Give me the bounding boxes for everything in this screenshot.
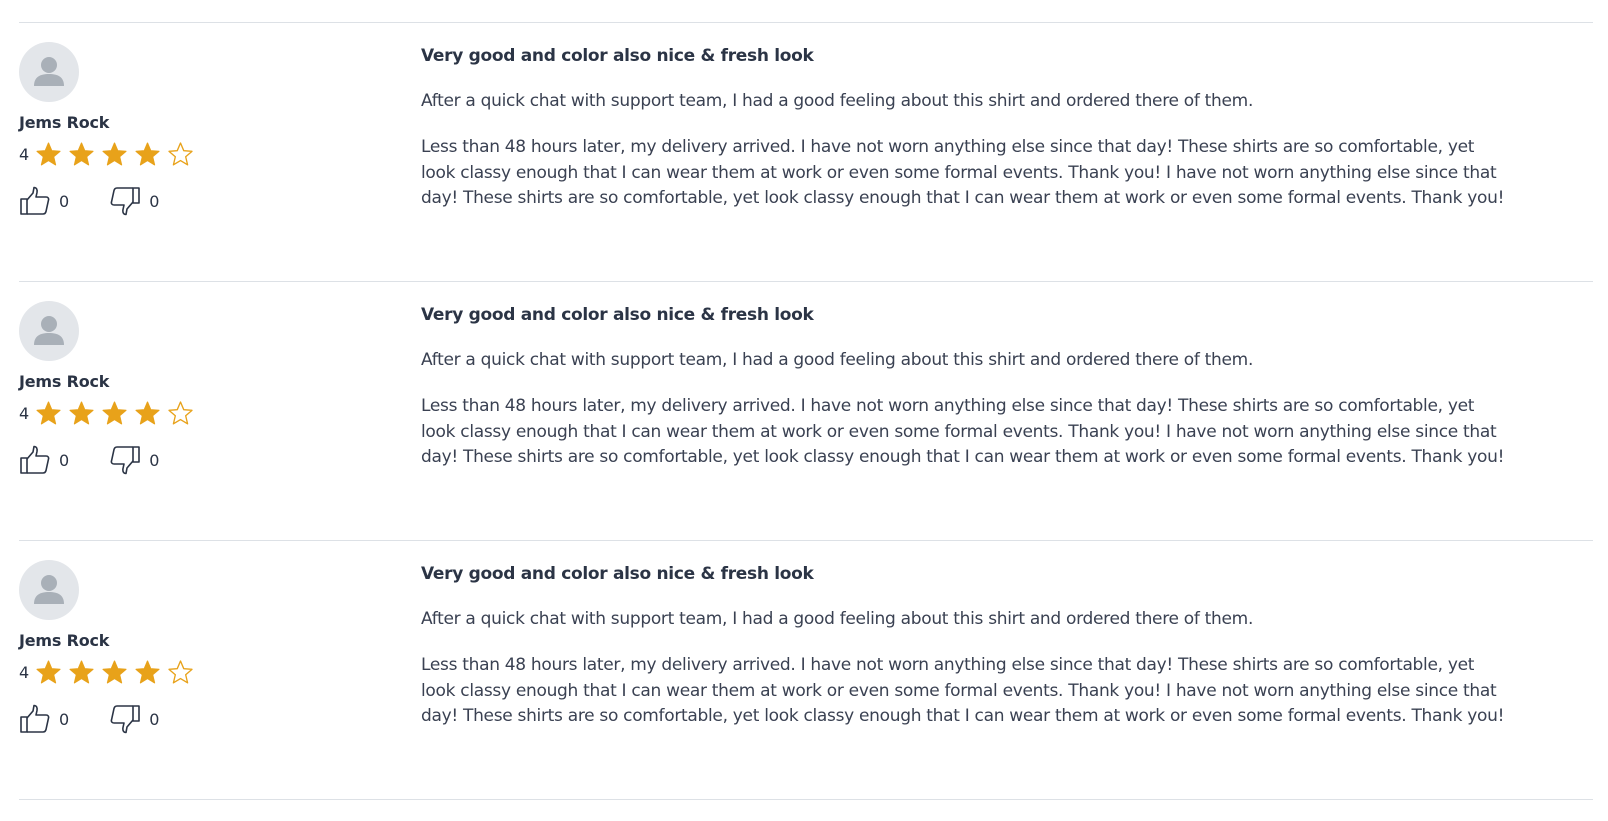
review-intro: After a quick chat with support team, I … xyxy=(421,350,1254,370)
avatar xyxy=(19,560,79,620)
like-button[interactable]: 0 xyxy=(19,185,69,217)
reviewer-panel: Jems Rock 4 0 0 xyxy=(19,301,379,477)
like-button[interactable]: 0 xyxy=(19,444,69,476)
reviewer-panel: Jems Rock 4 0 0 xyxy=(19,42,379,218)
vote-row: 0 0 xyxy=(19,184,379,218)
avatar xyxy=(19,301,79,361)
dislike-button[interactable]: 0 xyxy=(109,444,159,476)
review-content: Very good and color also nice & fresh lo… xyxy=(421,304,1506,471)
star-filled-icon xyxy=(69,400,94,424)
star-filled-icon xyxy=(69,141,94,165)
rating: 4 xyxy=(19,140,379,168)
rating: 4 xyxy=(19,658,379,686)
review-item: Jems Rock 4 0 0 Very good and color also… xyxy=(19,540,1593,799)
dislike-count: 0 xyxy=(149,191,160,211)
review-item: Jems Rock 4 0 0 Very good and color also… xyxy=(19,22,1593,281)
user-silhouette-icon xyxy=(34,57,64,86)
review-body: Less than 48 hours later, my delivery ar… xyxy=(421,137,1505,208)
rating-value: 4 xyxy=(19,403,30,423)
review-title: Very good and color also nice & fresh lo… xyxy=(421,46,814,66)
thumbs-up-icon xyxy=(20,186,50,215)
star-filled-icon xyxy=(135,141,160,165)
vote-row: 0 0 xyxy=(19,702,379,736)
star-filled-icon xyxy=(102,400,127,424)
star-filled-icon xyxy=(36,141,61,165)
dislike-count: 0 xyxy=(149,709,160,729)
avatar xyxy=(19,42,79,102)
star-filled-icon xyxy=(69,659,94,683)
rating-value: 4 xyxy=(19,662,30,682)
user-silhouette-icon xyxy=(34,575,64,604)
vote-row: 0 0 xyxy=(19,443,379,477)
reviewer-name: Jems Rock xyxy=(19,113,110,132)
like-count: 0 xyxy=(59,450,70,470)
review-intro: After a quick chat with support team, I … xyxy=(421,609,1254,629)
star-empty-icon xyxy=(168,400,193,425)
review-intro: After a quick chat with support team, I … xyxy=(421,91,1254,111)
star-filled-icon xyxy=(36,659,61,683)
star-filled-icon xyxy=(102,659,127,683)
divider xyxy=(19,799,1593,800)
review-body: Less than 48 hours later, my delivery ar… xyxy=(421,396,1505,467)
dislike-button[interactable]: 0 xyxy=(109,703,159,735)
review-title: Very good and color also nice & fresh lo… xyxy=(421,305,814,325)
star-filled-icon xyxy=(36,400,61,424)
review-list: Jems Rock 4 0 0 Very good and color also… xyxy=(19,22,1593,800)
star-rating xyxy=(35,141,200,168)
like-count: 0 xyxy=(59,191,70,211)
reviewer-name: Jems Rock xyxy=(19,372,110,391)
thumbs-down-icon xyxy=(110,705,140,734)
star-filled-icon xyxy=(102,141,127,165)
review-content: Very good and color also nice & fresh lo… xyxy=(421,563,1506,730)
review-content: Very good and color also nice & fresh lo… xyxy=(421,45,1506,212)
dislike-button[interactable]: 0 xyxy=(109,185,159,217)
star-rating xyxy=(35,659,200,686)
star-filled-icon xyxy=(135,400,160,424)
reviewer-name: Jems Rock xyxy=(19,631,110,650)
thumbs-down-icon xyxy=(110,446,140,475)
thumbs-up-icon xyxy=(20,445,50,474)
thumbs-up-icon xyxy=(20,704,50,733)
star-empty-icon xyxy=(168,659,193,684)
thumbs-down-icon xyxy=(110,187,140,216)
star-rating xyxy=(35,400,200,427)
user-silhouette-icon xyxy=(34,316,64,345)
star-filled-icon xyxy=(135,659,160,683)
review-body: Less than 48 hours later, my delivery ar… xyxy=(421,655,1505,726)
star-empty-icon xyxy=(168,141,193,166)
reviewer-panel: Jems Rock 4 0 0 xyxy=(19,560,379,736)
rating: 4 xyxy=(19,399,379,427)
like-count: 0 xyxy=(59,709,70,729)
review-title: Very good and color also nice & fresh lo… xyxy=(421,564,814,584)
dislike-count: 0 xyxy=(149,450,160,470)
rating-value: 4 xyxy=(19,144,30,164)
review-item: Jems Rock 4 0 0 Very good and color also… xyxy=(19,281,1593,540)
like-button[interactable]: 0 xyxy=(19,703,69,735)
